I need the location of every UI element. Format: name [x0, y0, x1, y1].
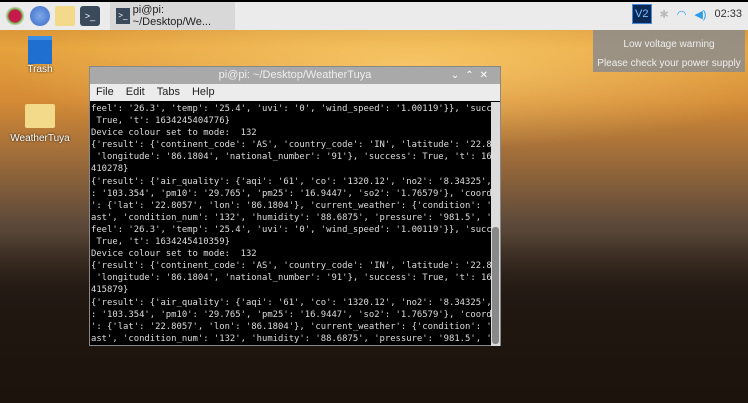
- folder-label: WeatherTuya: [10, 133, 70, 144]
- terminal-line: 'longitude': '86.1804', 'national_number…: [91, 273, 492, 284]
- system-tray: V2 ✱ ◠ ◀) 02:33: [632, 4, 742, 24]
- terminal-line: ': {'lat': '22.8057', 'lon': '86.1804'},…: [91, 200, 492, 211]
- browser-globe-icon[interactable]: [30, 6, 50, 26]
- terminal-line: 410278}: [91, 164, 129, 175]
- desktop-icon-trash[interactable]: Trash: [18, 36, 62, 75]
- maximize-icon[interactable]: ⌃: [465, 70, 479, 81]
- trash-label: Trash: [27, 64, 53, 75]
- terminal-line: feel': '26.3', 'temp': '25.4', 'uvi': '0…: [91, 104, 492, 114]
- notification-title: Low voltage warning: [623, 39, 715, 50]
- terminal-line: ast', 'condition_num': '132', 'humidity'…: [91, 333, 492, 344]
- desktop-icon-weathertuya[interactable]: WeatherTuya: [8, 104, 72, 144]
- clock[interactable]: 02:33: [714, 8, 742, 20]
- terminal-window: pi@pi: ~/Desktop/WeatherTuya ⌄⌃✕ File Ed…: [89, 66, 501, 346]
- terminal-line: : '103.354', 'pm10': '29.765', 'pm25': '…: [91, 188, 492, 199]
- terminal-line: : '103.354', 'pm10': '29.765', 'pm25': '…: [91, 309, 492, 320]
- scrollbar[interactable]: [491, 102, 500, 346]
- close-icon[interactable]: ✕: [480, 70, 494, 81]
- terminal-line: feel': '26.3', 'temp': '25.4', 'uvi': '0…: [91, 345, 492, 347]
- terminal-line: Device colour set to mode: 132: [91, 249, 257, 260]
- terminal-output[interactable]: feel': '26.3', 'temp': '25.4', 'uvi': '0…: [90, 102, 492, 346]
- terminal-line: {'result': {'continent_code': 'AS', 'cou…: [91, 261, 492, 272]
- terminal-icon: >_: [116, 8, 130, 24]
- terminal-line: {'result': {'continent_code': 'AS', 'cou…: [91, 140, 492, 151]
- taskbar-terminal-task[interactable]: >_ pi@pi: ~/Desktop/We...: [110, 2, 235, 30]
- trash-icon: [28, 36, 52, 64]
- terminal-line: {'result': {'air_quality': {'aqi': '61',…: [91, 297, 492, 308]
- terminal-line: True, 't': 1634245410359}: [91, 237, 230, 248]
- low-voltage-notification[interactable]: Low voltage warning Please check your po…: [593, 30, 745, 72]
- menu-edit[interactable]: Edit: [126, 84, 145, 101]
- menu-file[interactable]: File: [96, 84, 114, 101]
- scrollbar-thumb[interactable]: [492, 227, 499, 344]
- menu-tabs[interactable]: Tabs: [157, 84, 180, 101]
- terminal-line: ast', 'condition_num': '132', 'humidity'…: [91, 212, 492, 223]
- vnc-icon[interactable]: V2: [632, 4, 652, 24]
- terminal-line: feel': '26.3', 'temp': '25.4', 'uvi': '0…: [91, 224, 492, 235]
- menu-bar: File Edit Tabs Help: [90, 84, 500, 101]
- terminal-line: 415879}: [91, 285, 129, 296]
- terminal-line: {'result': {'air_quality': {'aqi': '61',…: [91, 176, 492, 187]
- file-manager-icon[interactable]: [55, 6, 75, 26]
- notification-message: Please check your power supply: [597, 58, 741, 69]
- terminal-line: Device colour set to mode: 132: [91, 128, 257, 139]
- wifi-icon[interactable]: ◠: [677, 8, 687, 21]
- task-label: pi@pi: ~/Desktop/We...: [132, 4, 212, 28]
- terminal-launcher-icon[interactable]: >_: [80, 6, 100, 26]
- terminal-line: 'longitude': '86.1804', 'national_number…: [91, 152, 492, 163]
- folder-icon: [25, 104, 55, 128]
- terminal-line: ': {'lat': '22.8057', 'lon': '86.1804'},…: [91, 321, 492, 332]
- bluetooth-icon[interactable]: ✱: [660, 8, 669, 21]
- terminal-line: True, 't': 1634245404776}: [91, 116, 230, 127]
- window-title: pi@pi: ~/Desktop/WeatherTuya: [218, 69, 372, 81]
- menu-help[interactable]: Help: [192, 84, 215, 101]
- window-titlebar[interactable]: pi@pi: ~/Desktop/WeatherTuya ⌄⌃✕: [90, 67, 500, 84]
- raspberry-menu-icon[interactable]: [5, 6, 25, 26]
- taskbar: >_ >_ pi@pi: ~/Desktop/We... V2 ✱ ◠ ◀) 0…: [0, 0, 748, 30]
- volume-icon[interactable]: ◀): [694, 8, 706, 21]
- minimize-icon[interactable]: ⌄: [451, 70, 465, 81]
